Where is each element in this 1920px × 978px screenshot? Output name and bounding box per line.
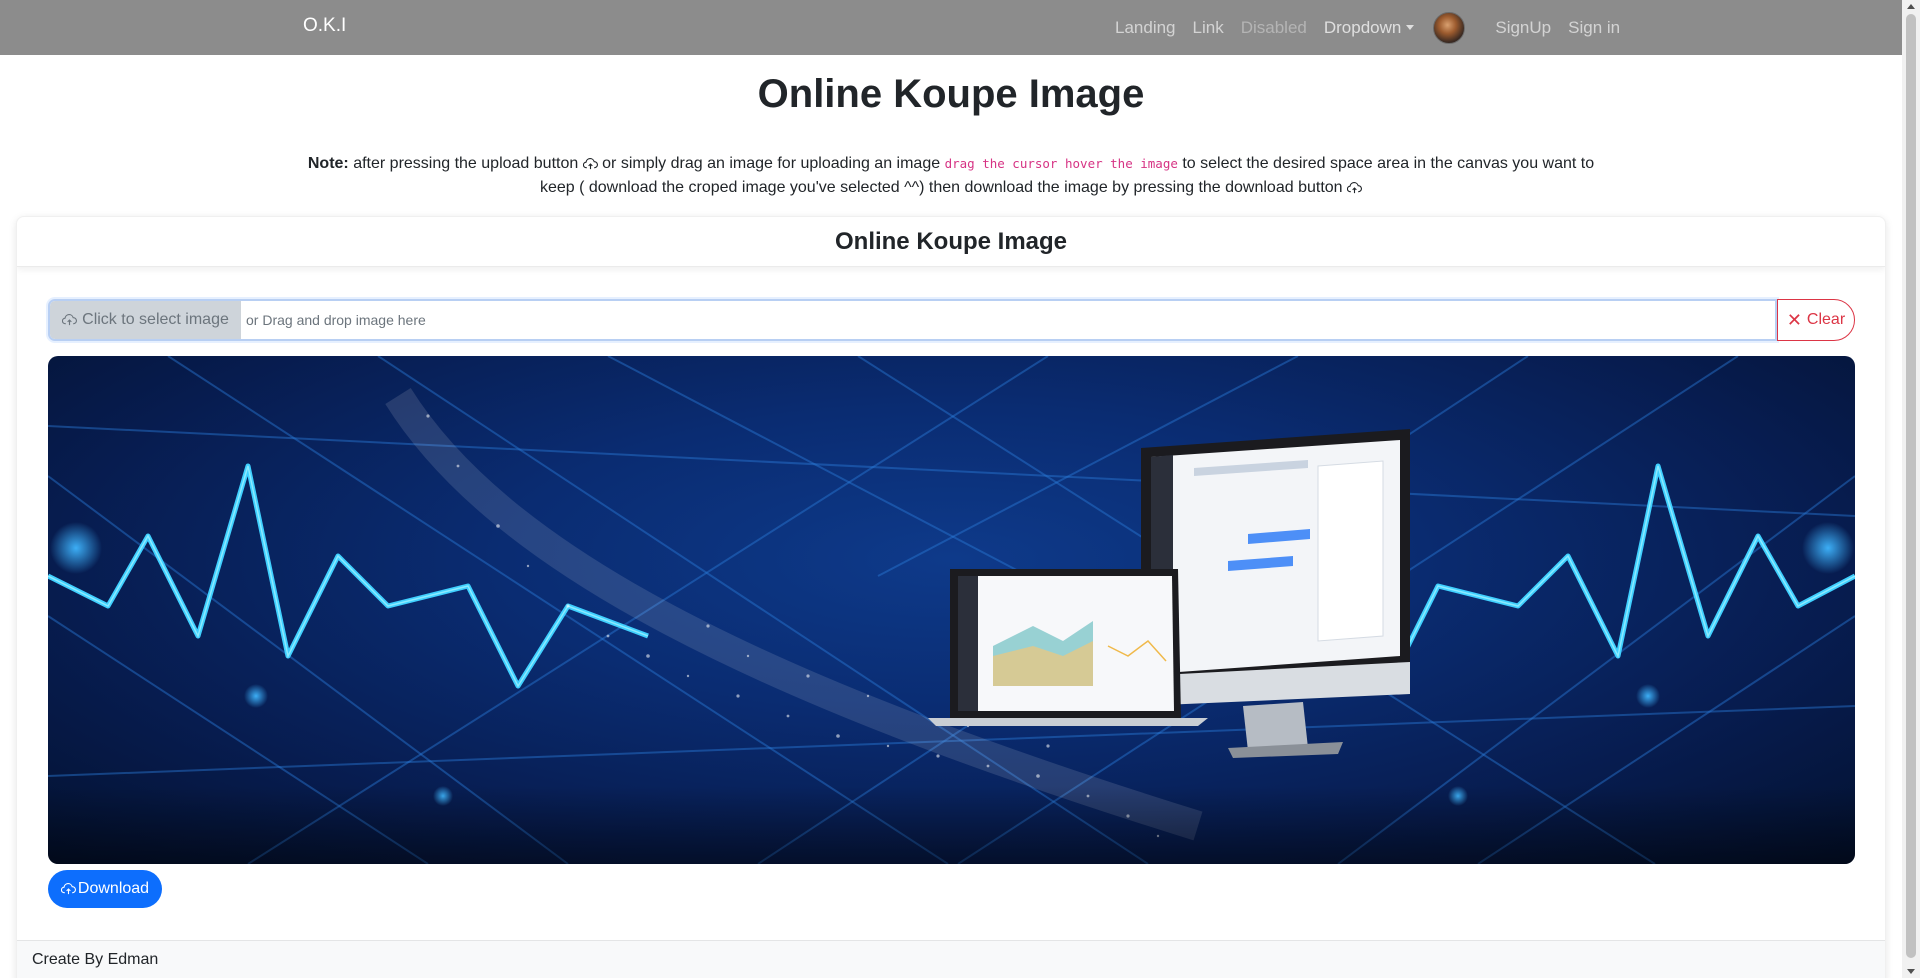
page-scrollbar[interactable]	[1902, 0, 1920, 978]
uploaded-image	[48, 356, 1855, 864]
scroll-up-arrow-icon[interactable]	[1907, 4, 1915, 9]
nav-dropdown[interactable]: Dropdown	[1324, 18, 1415, 38]
scroll-thumb[interactable]	[1906, 14, 1916, 958]
file-drop-zone[interactable]: Click to select image or Drag and drop i…	[48, 299, 1777, 341]
cloud-download-icon	[60, 883, 76, 895]
select-image-button[interactable]: Click to select image	[50, 301, 241, 339]
brand-logo[interactable]: O.K.I	[303, 15, 346, 37]
nav-links: Landing Link Disabled Dropdown SignUp Si…	[1115, 0, 1637, 55]
avatar[interactable]	[1433, 11, 1466, 44]
note-text-1: after pressing the upload button	[353, 155, 579, 172]
drop-hint: or Drag and drop image here	[246, 312, 426, 328]
note-label: Note:	[307, 155, 349, 172]
caret-down-icon	[1406, 25, 1415, 30]
download-button[interactable]: Download	[48, 870, 162, 908]
note-text-2: or simply drag an image for uploading an…	[602, 155, 941, 172]
note-code: drag the cursor hover the image	[944, 156, 1178, 171]
nav-link-landing[interactable]: Landing	[1115, 18, 1176, 38]
cropper-card: Online Koupe Image Click to select image…	[16, 216, 1886, 978]
close-icon: ✕	[1786, 309, 1802, 330]
top-navbar: O.K.I Landing Link Disabled Dropdown Sig…	[0, 0, 1902, 55]
cloud-upload-icon	[62, 314, 78, 326]
nav-link-link[interactable]: Link	[1193, 18, 1224, 38]
nav-link-signin[interactable]: Sign in	[1568, 18, 1620, 38]
download-label: Download	[77, 880, 150, 897]
crop-canvas-image[interactable]	[48, 356, 1855, 864]
cloud-upload-icon	[1347, 181, 1362, 193]
nav-dropdown-label: Dropdown	[1323, 17, 1402, 37]
scroll-down-arrow-icon[interactable]	[1907, 969, 1915, 974]
instruction-note: Note: after pressing the upload button o…	[300, 152, 1602, 200]
file-input-row: Click to select image or Drag and drop i…	[48, 299, 1858, 341]
card-footer: Create By Edman	[17, 940, 1885, 978]
card-title: Online Koupe Image	[17, 217, 1885, 267]
nav-link-disabled: Disabled	[1240, 17, 1307, 37]
select-image-label: Click to select image	[82, 311, 229, 328]
nav-link-signup[interactable]: SignUp	[1495, 18, 1551, 38]
clear-button[interactable]: ✕ Clear	[1777, 299, 1855, 341]
page-title: Online Koupe Image	[757, 72, 1145, 116]
cloud-upload-icon	[582, 157, 598, 169]
clear-label: Clear	[1806, 311, 1846, 328]
